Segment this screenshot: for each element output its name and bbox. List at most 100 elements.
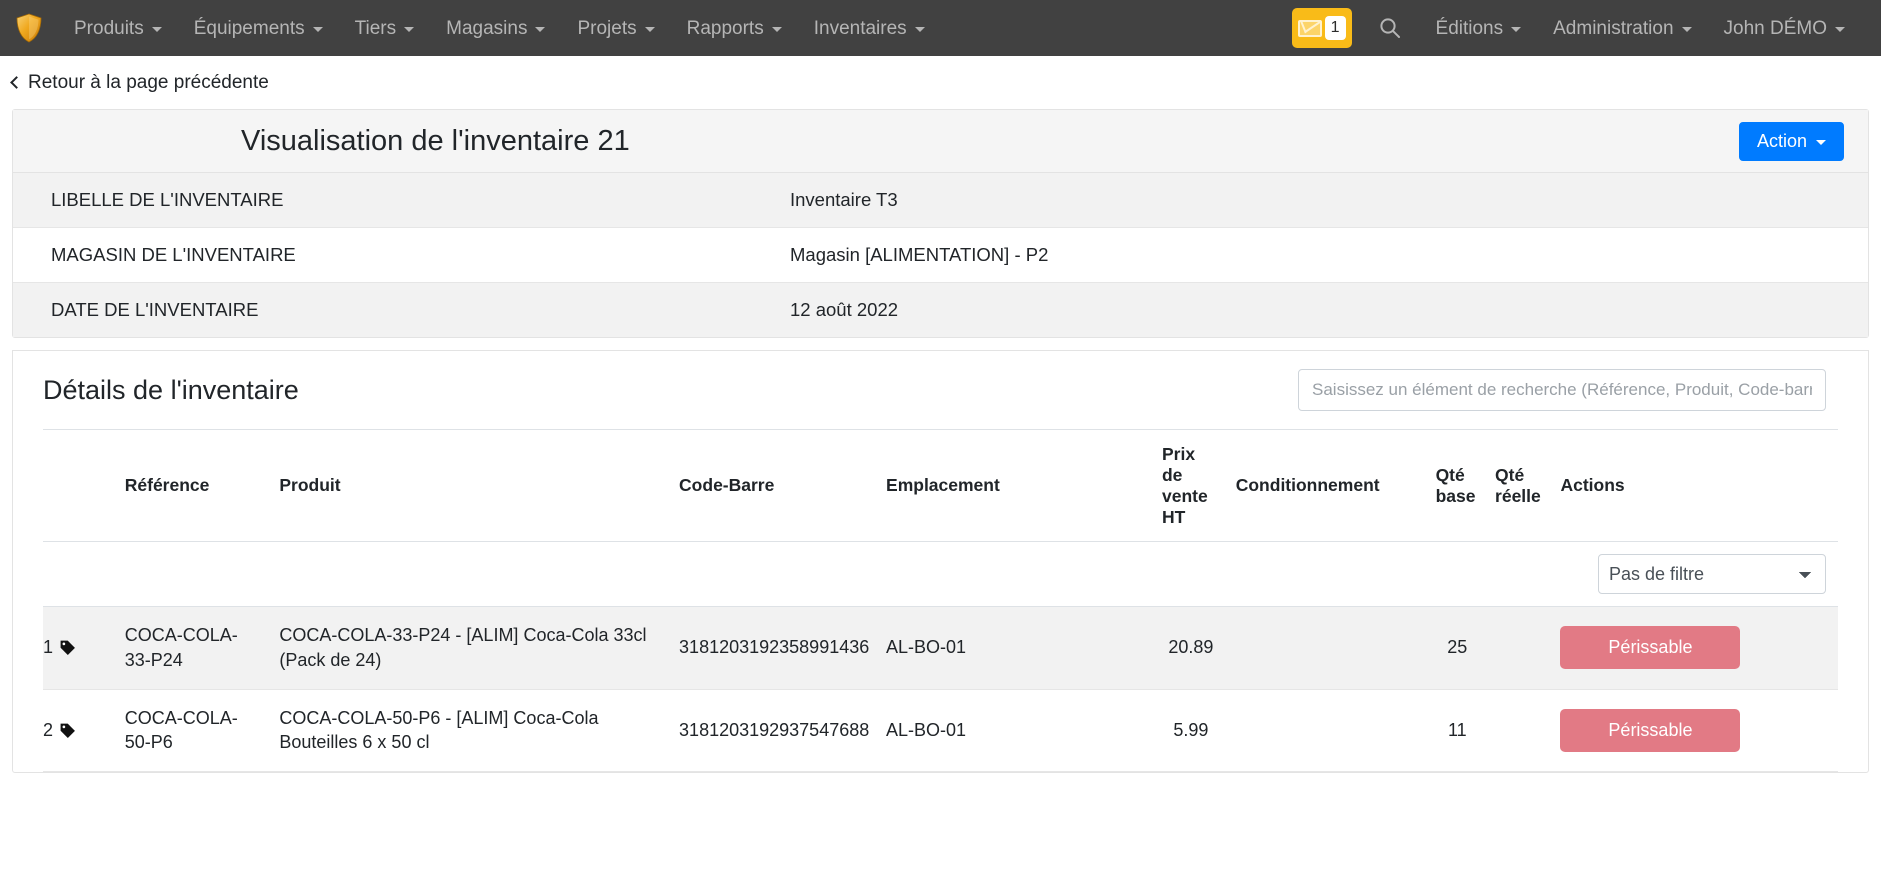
nav-item-magasins-label: Magasins — [446, 17, 528, 39]
chevron-down-icon — [404, 26, 415, 32]
perissable-button[interactable]: Périssable — [1560, 626, 1741, 670]
nav-item-inventaires-label: Inventaires — [813, 17, 907, 39]
cell-prix-vente-ht: 20.89 — [1153, 606, 1228, 690]
nav-item-rapports[interactable]: Rapports — [671, 11, 798, 46]
chevron-down-icon — [1681, 26, 1692, 32]
row-index-number: 2 — [43, 720, 54, 741]
info-label-date: DATE DE L'INVENTAIRE — [13, 282, 790, 337]
column-qte-base: Qté base — [1427, 429, 1488, 542]
filter-cell: Pas de filtre — [1552, 541, 1838, 607]
table-filter-row: Pas de filtre — [43, 541, 1838, 607]
table-row: LIBELLE DE L'INVENTAIRE Inventaire T3 — [13, 173, 1868, 228]
chevron-down-icon — [914, 26, 925, 32]
column-conditionnement: Conditionnement — [1227, 429, 1428, 542]
column-qte-reelle: Qté réelle — [1487, 429, 1553, 542]
cell-emplacement: AL-BO-01 — [878, 606, 1154, 690]
cell-actions: Périssable — [1552, 606, 1838, 690]
nav-item-tiers[interactable]: Tiers — [339, 11, 431, 46]
column-produit: Produit — [271, 429, 672, 542]
chevron-down-icon — [151, 26, 162, 32]
nav-item-editions[interactable]: Éditions — [1420, 11, 1538, 46]
chevron-left-icon — [10, 76, 23, 89]
nav-item-magasins[interactable]: Magasins — [430, 11, 561, 46]
cell-conditionnement — [1227, 606, 1428, 690]
cell-qte-reelle — [1487, 689, 1553, 773]
inventory-details-header: Détails de l'inventaire — [13, 351, 1868, 429]
details-title: Détails de l'inventaire — [43, 374, 299, 405]
cell-conditionnement — [1227, 689, 1428, 773]
nav-item-equipements[interactable]: Équipements — [178, 11, 339, 46]
column-emplacement: Emplacement — [878, 429, 1154, 542]
cell-qte-reelle — [1487, 606, 1553, 690]
nav-item-administration[interactable]: Administration — [1537, 11, 1707, 46]
perissable-button[interactable]: Périssable — [1560, 708, 1741, 752]
messages-button[interactable]: 1 — [1291, 8, 1352, 48]
info-label-libelle: LIBELLE DE L'INVENTAIRE — [51, 189, 284, 210]
details-table-container: Référence Produit Code-Barre Emplacement… — [13, 429, 1868, 773]
chevron-down-icon — [1835, 26, 1845, 32]
nav-item-produits[interactable]: Produits — [58, 11, 178, 46]
page-content: Visualisation de l'inventaire 21 Action … — [0, 109, 1881, 774]
cell-prix-vente-ht: 5.99 — [1153, 689, 1228, 773]
row-index-number: 1 — [43, 637, 54, 658]
table-row: 1 COCA-COLA-33-P24 COCA-COLA-33-P24 - [A… — [43, 606, 1838, 690]
row-index-cell: 2 — [43, 689, 117, 773]
filter-select[interactable]: Pas de filtre — [1598, 554, 1826, 594]
inventory-details-card: Détails de l'inventaire Référence Produi… — [12, 350, 1869, 774]
inventory-card-header: Visualisation de l'inventaire 21 Action — [13, 110, 1868, 173]
table-row: MAGASIN DE L'INVENTAIRE Magasin [ALIMENT… — [13, 227, 1868, 283]
tag-icon[interactable] — [59, 722, 76, 739]
cell-reference: COCA-COLA-50-P6 — [116, 689, 272, 773]
navbar-left-menu: Produits Équipements Tiers Magasins Proj… — [58, 11, 941, 46]
column-prix-vente-ht: Prix de vente HT — [1153, 429, 1228, 542]
row-index-cell: 1 — [43, 606, 117, 690]
back-link-label: Retour à la page précédente — [28, 71, 269, 93]
nav-item-user-menu[interactable]: John DÉMO — [1708, 11, 1861, 46]
envelope-icon — [1297, 19, 1322, 37]
nav-item-inventaires[interactable]: Inventaires — [798, 11, 941, 46]
nav-item-projets[interactable]: Projets — [561, 11, 670, 46]
chevron-down-icon — [312, 26, 323, 32]
top-navbar: Produits Équipements Tiers Magasins Proj… — [0, 0, 1881, 56]
nav-item-equipements-label: Équipements — [193, 17, 305, 39]
info-value-magasin: Magasin [ALIMENTATION] - P2 — [790, 227, 1868, 283]
back-navigation-bar: Retour à la page précédente — [0, 56, 1881, 109]
column-code-barre: Code-Barre — [671, 429, 879, 542]
chevron-down-icon — [535, 26, 546, 32]
action-button-label: Action — [1756, 130, 1807, 151]
nav-item-produits-label: Produits — [74, 17, 144, 39]
inventory-info-table: LIBELLE DE L'INVENTAIRE Inventaire T3 MA… — [13, 173, 1868, 337]
shield-logo-icon[interactable] — [12, 11, 46, 45]
chevron-down-icon — [771, 26, 782, 32]
info-label-magasin: MAGASIN DE L'INVENTAIRE — [13, 227, 790, 283]
chevron-down-icon — [644, 26, 655, 32]
back-to-previous-page-link[interactable]: Retour à la page précédente — [10, 71, 269, 94]
action-button[interactable]: Action — [1738, 121, 1844, 161]
cell-produit: COCA-COLA-50-P6 - [ALIM] Coca-Cola Boute… — [271, 689, 672, 773]
messages-badge: 1 — [1324, 16, 1346, 40]
cell-qte-base: 11 — [1427, 689, 1488, 773]
inventory-details-table: Référence Produit Code-Barre Emplacement… — [43, 429, 1838, 773]
table-header: Référence Produit Code-Barre Emplacement… — [43, 429, 1838, 542]
page-title: Visualisation de l'inventaire 21 — [241, 124, 630, 157]
tag-icon[interactable] — [59, 639, 76, 656]
nav-item-tiers-label: Tiers — [354, 17, 397, 39]
nav-item-editions-label: Éditions — [1435, 17, 1504, 39]
cell-code-barre: 3181203192358991436 — [671, 606, 879, 690]
chevron-down-icon — [1816, 139, 1826, 145]
search-icon[interactable] — [1368, 17, 1412, 39]
cell-qte-base: 25 — [1427, 606, 1488, 690]
cell-actions: Périssable — [1552, 689, 1838, 773]
cell-reference: COCA-COLA-33-P24 — [116, 606, 272, 690]
cell-produit: COCA-COLA-33-P24 - [ALIM] Coca-Cola 33cl… — [271, 606, 672, 690]
cell-emplacement: AL-BO-01 — [878, 689, 1154, 773]
table-header-row: Référence Produit Code-Barre Emplacement… — [43, 429, 1838, 542]
column-reference: Référence — [116, 429, 272, 542]
inventory-card: Visualisation de l'inventaire 21 Action … — [12, 109, 1869, 338]
info-value-date: 12 août 2022 — [790, 282, 1868, 337]
chevron-down-icon — [1511, 26, 1522, 32]
table-row: 2 COCA-COLA-50-P6 COCA-COLA-50-P6 - [ALI… — [43, 689, 1838, 773]
navbar-right-menu: 1 Éditions Administration John DÉMO — [1291, 8, 1861, 48]
search-input[interactable] — [1298, 369, 1826, 411]
column-actions: Actions — [1552, 429, 1838, 542]
